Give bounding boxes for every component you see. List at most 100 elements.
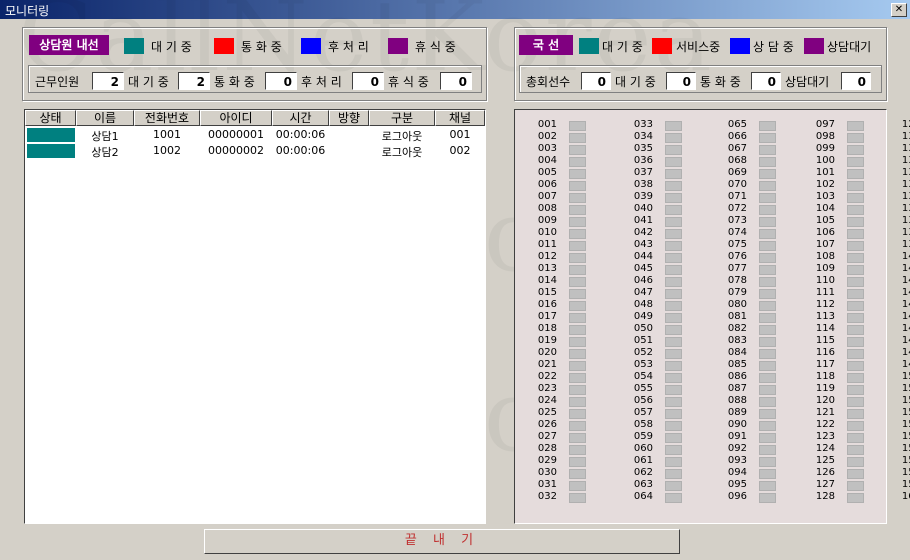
trunk-line-status — [569, 157, 586, 167]
agent-type: 로그아웃 — [381, 146, 423, 159]
trunk-line-number: 056 — [633, 395, 653, 406]
trunk-line-number: 119 — [815, 383, 835, 394]
trunk-line-status — [569, 397, 586, 407]
trunk-line-status — [569, 193, 586, 203]
trunk-line-status — [665, 277, 682, 287]
trunk-line-status — [569, 181, 586, 191]
trunk-line-number: 118 — [815, 371, 835, 382]
trunk-line-status — [569, 493, 586, 503]
close-icon[interactable]: ✕ — [891, 3, 907, 17]
trunk-line-status — [569, 289, 586, 299]
trunk-line-number: 039 — [633, 191, 653, 202]
counter-label: 통 화 중 — [700, 75, 741, 89]
trunk-line-status — [569, 217, 586, 227]
agent-name: 상담2 — [91, 146, 119, 159]
trunk-line-status — [847, 301, 864, 311]
trunk-line-number: 103 — [815, 191, 835, 202]
trunk-line-number: 097 — [815, 119, 835, 130]
column-header-time[interactable]: 시간 — [272, 110, 329, 126]
trunk-line-number: 080 — [727, 299, 747, 310]
trunk-line-number: 114 — [815, 323, 835, 334]
trunk-line-number: 038 — [633, 179, 653, 190]
trunk-line-number: 127 — [815, 479, 835, 490]
column-header-type[interactable]: 구분 — [369, 110, 435, 126]
trunk-line-number: 018 — [537, 323, 557, 334]
column-header-phone[interactable]: 전화번호 — [134, 110, 200, 126]
trunk-line-number: 159 — [901, 479, 910, 490]
trunk-line-number: 147 — [901, 335, 910, 346]
trunk-line-status — [847, 169, 864, 179]
trunk-line-status — [569, 385, 586, 395]
legend-swatch — [301, 38, 321, 54]
legend-label: 통 화 중 — [241, 40, 282, 54]
trunk-line-number: 019 — [537, 335, 557, 346]
trunk-line-number: 115 — [815, 335, 835, 346]
legend-label: 후 처 리 — [328, 40, 369, 54]
state-indicator — [27, 144, 75, 158]
trunk-line-status — [569, 409, 586, 419]
trunk-line-number: 155 — [901, 431, 910, 442]
trunk-line-number: 069 — [727, 167, 747, 178]
trunk-line-number: 027 — [537, 431, 557, 442]
trunk-line-number: 016 — [537, 299, 557, 310]
column-header-direction[interactable]: 방향 — [329, 110, 369, 126]
trunk-line-number: 077 — [727, 263, 747, 274]
legend-swatch — [124, 38, 144, 54]
trunk-line-status — [847, 157, 864, 167]
trunk-line-number: 055 — [633, 383, 653, 394]
trunk-line-number: 031 — [537, 479, 557, 490]
trunk-line-status — [665, 361, 682, 371]
trunk-line-number: 009 — [537, 215, 557, 226]
trunk-line-number: 010 — [537, 227, 557, 238]
trunk-line-number: 109 — [815, 263, 835, 274]
exit-button[interactable]: 끝 내 기 — [204, 529, 680, 554]
trunk-line-number: 014 — [537, 275, 557, 286]
trunk-line-number: 032 — [537, 491, 557, 502]
trunk-line-number: 123 — [815, 431, 835, 442]
agent-time: 00:00:06 — [275, 128, 326, 141]
trunk-line-status — [759, 229, 776, 239]
trunk-line-status — [665, 493, 682, 503]
trunk-line-status — [759, 157, 776, 167]
trunk-line-status — [759, 493, 776, 503]
legend-swatch — [388, 38, 408, 54]
trunk-line-status — [759, 457, 776, 467]
legend-label: 대 기 중 — [151, 40, 192, 54]
trunk-line-status — [759, 397, 776, 407]
trunk-line-status — [759, 313, 776, 323]
trunk-line-status — [665, 253, 682, 263]
trunk-line-status — [665, 445, 682, 455]
trunk-line-status — [665, 481, 682, 491]
trunk-line-number: 048 — [633, 299, 653, 310]
column-header-channel[interactable]: 채널 — [435, 110, 485, 126]
trunk-line-status — [569, 337, 586, 347]
counter-value: 0 — [841, 72, 871, 90]
trunk-line-number: 112 — [815, 299, 835, 310]
counter-label: 후 처 리 — [301, 75, 342, 89]
trunk-line-number: 150 — [901, 371, 910, 382]
counter-label: 통 화 중 — [214, 75, 255, 89]
trunk-line-status — [847, 277, 864, 287]
trunk-line-number: 142 — [901, 275, 910, 286]
trunk-line-number: 122 — [815, 419, 835, 430]
trunk-line-number: 101 — [815, 167, 835, 178]
legend-swatch — [579, 38, 599, 54]
column-header-name[interactable]: 이름 — [76, 110, 134, 126]
trunk-line-number: 045 — [633, 263, 653, 274]
trunk-line-status — [759, 337, 776, 347]
agent-list[interactable]: 상태 이름 전화번호 아이디 시간 방향 구분 채널 상담1 1001 0000… — [24, 109, 486, 524]
trunk-line-status — [569, 133, 586, 143]
trunk-line-number: 088 — [727, 395, 747, 406]
column-header-state[interactable]: 상태 — [25, 110, 76, 126]
trunk-line-number: 006 — [537, 179, 557, 190]
trunk-line-number: 102 — [815, 179, 835, 190]
trunk-line-number: 125 — [815, 455, 835, 466]
trunk-line-status — [569, 277, 586, 287]
trunk-line-status — [569, 457, 586, 467]
trunk-line-number: 052 — [633, 347, 653, 358]
column-header-id[interactable]: 아이디 — [200, 110, 272, 126]
trunk-line-status — [847, 145, 864, 155]
trunk-line-status — [847, 133, 864, 143]
trunk-line-number: 037 — [633, 167, 653, 178]
trunk-line-number: 026 — [537, 419, 557, 430]
